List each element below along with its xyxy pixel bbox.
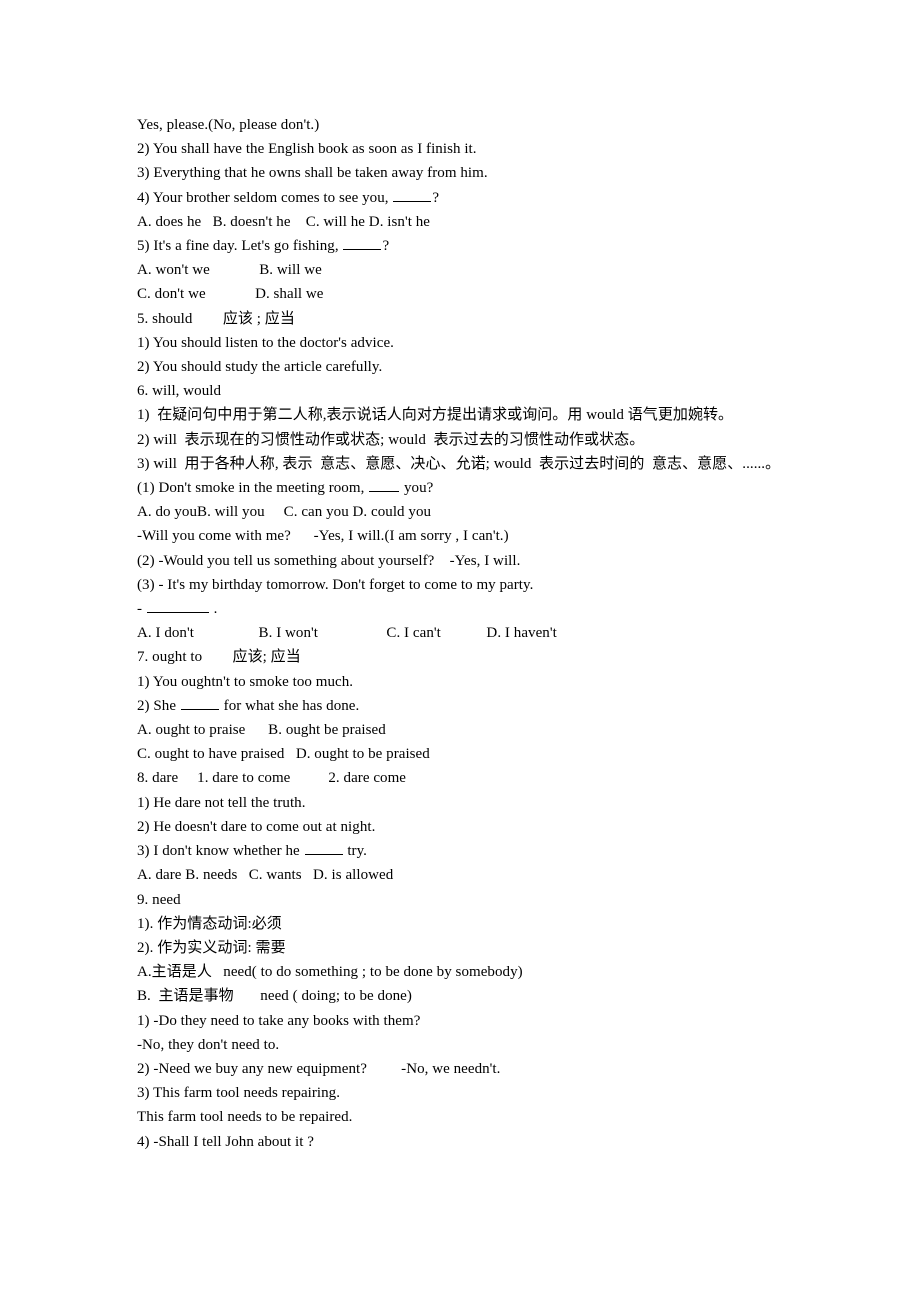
text-line: 4) -Shall I tell John about it ?	[137, 1133, 314, 1150]
text-line: 3) I don't know whether he try.	[137, 839, 860, 863]
fill-in-blank	[180, 697, 219, 710]
line-text-after-blank: .	[209, 601, 218, 618]
line-text-after-blank: you?	[400, 480, 434, 497]
line-text-after-blank: for what she has done.	[219, 697, 360, 714]
text-line: 2) You should study the article carefull…	[137, 359, 383, 376]
text-line: This farm tool needs to be repaired.	[137, 1109, 353, 1126]
text-line: (3) - It's my birthday tomorrow. Don't f…	[137, 576, 534, 593]
line-text-after-blank: ?	[432, 189, 440, 206]
text-line: 1) You should listen to the doctor's adv…	[137, 334, 394, 351]
text-line: A. won't we B. will we	[137, 262, 322, 279]
text-line: 2) He doesn't dare to come out at night.	[137, 818, 376, 835]
text-line: 2) You shall have the English book as so…	[137, 141, 477, 158]
fill-in-blank	[304, 842, 343, 856]
text-line: 5. should 应该 ; 应当	[137, 310, 295, 327]
text-line: 2) -Need we buy any new equipment? -No, …	[137, 1060, 501, 1077]
text-line: (2) -Would you tell us something about y…	[137, 552, 521, 569]
document-text-body: Yes, please.(No, please don't.) 2) You sh…	[137, 113, 860, 1154]
text-line: 2). 作为实义动词: 需要	[137, 939, 286, 956]
fill-in-blank	[369, 479, 400, 493]
text-line: 3) This farm tool needs repairing.	[137, 1085, 341, 1102]
text-line: - .	[137, 597, 860, 621]
fill-in-blank	[393, 188, 432, 202]
text-line: A. does he B. doesn't he C. will he D. i…	[137, 213, 430, 230]
text-line: A.主语是人 need( to do something ; to be don…	[137, 964, 523, 981]
text-line: 2) will 表示现在的习惯性动作或状态; would 表示过去的习惯性动作或…	[137, 431, 645, 448]
line-text-before-blank: 4) Your brother seldom comes to see you,	[137, 189, 393, 206]
line-text-before-blank: 3) I don't know whether he	[137, 843, 304, 860]
text-line: B. 主语是事物 need ( doing; to be done)	[137, 988, 412, 1005]
line-text-after-blank: ?	[382, 238, 390, 255]
text-line: A. I don't B. I won't C. I can't D. I ha…	[137, 625, 557, 642]
text-line: 1). 作为情态动词:必须	[137, 915, 282, 932]
fill-in-blank	[146, 600, 209, 614]
text-line: 1) He dare not tell the truth.	[137, 794, 306, 811]
text-line: C. ought to have praised D. ought to be …	[137, 746, 430, 763]
text-line: -Will you come with me? -Yes, I will.(I …	[137, 528, 509, 545]
text-line: 1) 在疑问句中用于第二人称,表示说话人向对方提出请求或询问。用 would 语…	[137, 407, 734, 424]
line-text-before-blank: -	[137, 601, 146, 618]
text-line: A. ought to praise B. ought be praised	[137, 722, 386, 739]
text-line: 5) It's a fine day. Let's go fishing, ?	[137, 234, 860, 258]
text-line: A. do youB. will you C. can you D. could…	[137, 504, 432, 521]
text-line: Yes, please.(No, please don't.)	[137, 117, 320, 133]
text-line: C. don't we D. shall we	[137, 286, 324, 303]
text-line: 3) Everything that he owns shall be take…	[137, 165, 488, 182]
text-line: 8. dare 1. dare to come 2. dare come	[137, 770, 407, 787]
text-line: 1) -Do they need to take any books with …	[137, 1012, 421, 1029]
document-page: Yes, please.(No, please don't.) 2) You sh…	[0, 0, 920, 1302]
line-text-before-blank: (1) Don't smoke in the meeting room,	[137, 480, 369, 497]
text-line: 3) will 用于各种人称, 表示 意志、意愿、决心、允诺; would 表示…	[137, 455, 781, 472]
text-line: 4) Your brother seldom comes to see you,…	[137, 186, 860, 210]
text-line: 9. need	[137, 891, 181, 908]
text-line: 1) You oughtn't to smoke too much.	[137, 673, 354, 690]
line-text-after-blank: try.	[343, 843, 367, 860]
fill-in-blank	[343, 237, 382, 251]
line-text-before-blank: 2) She	[137, 697, 180, 714]
text-line: 2) She for what she has done.	[137, 694, 860, 718]
text-line: (1) Don't smoke in the meeting room, you…	[137, 476, 860, 500]
text-line: 6. will, would	[137, 383, 222, 400]
text-line: A. dare B. needs C. wants D. is allowed	[137, 867, 394, 884]
line-text-before-blank: 5) It's a fine day. Let's go fishing,	[137, 238, 343, 255]
text-line: -No, they don't need to.	[137, 1036, 280, 1053]
text-line: 7. ought to 应该; 应当	[137, 649, 301, 666]
